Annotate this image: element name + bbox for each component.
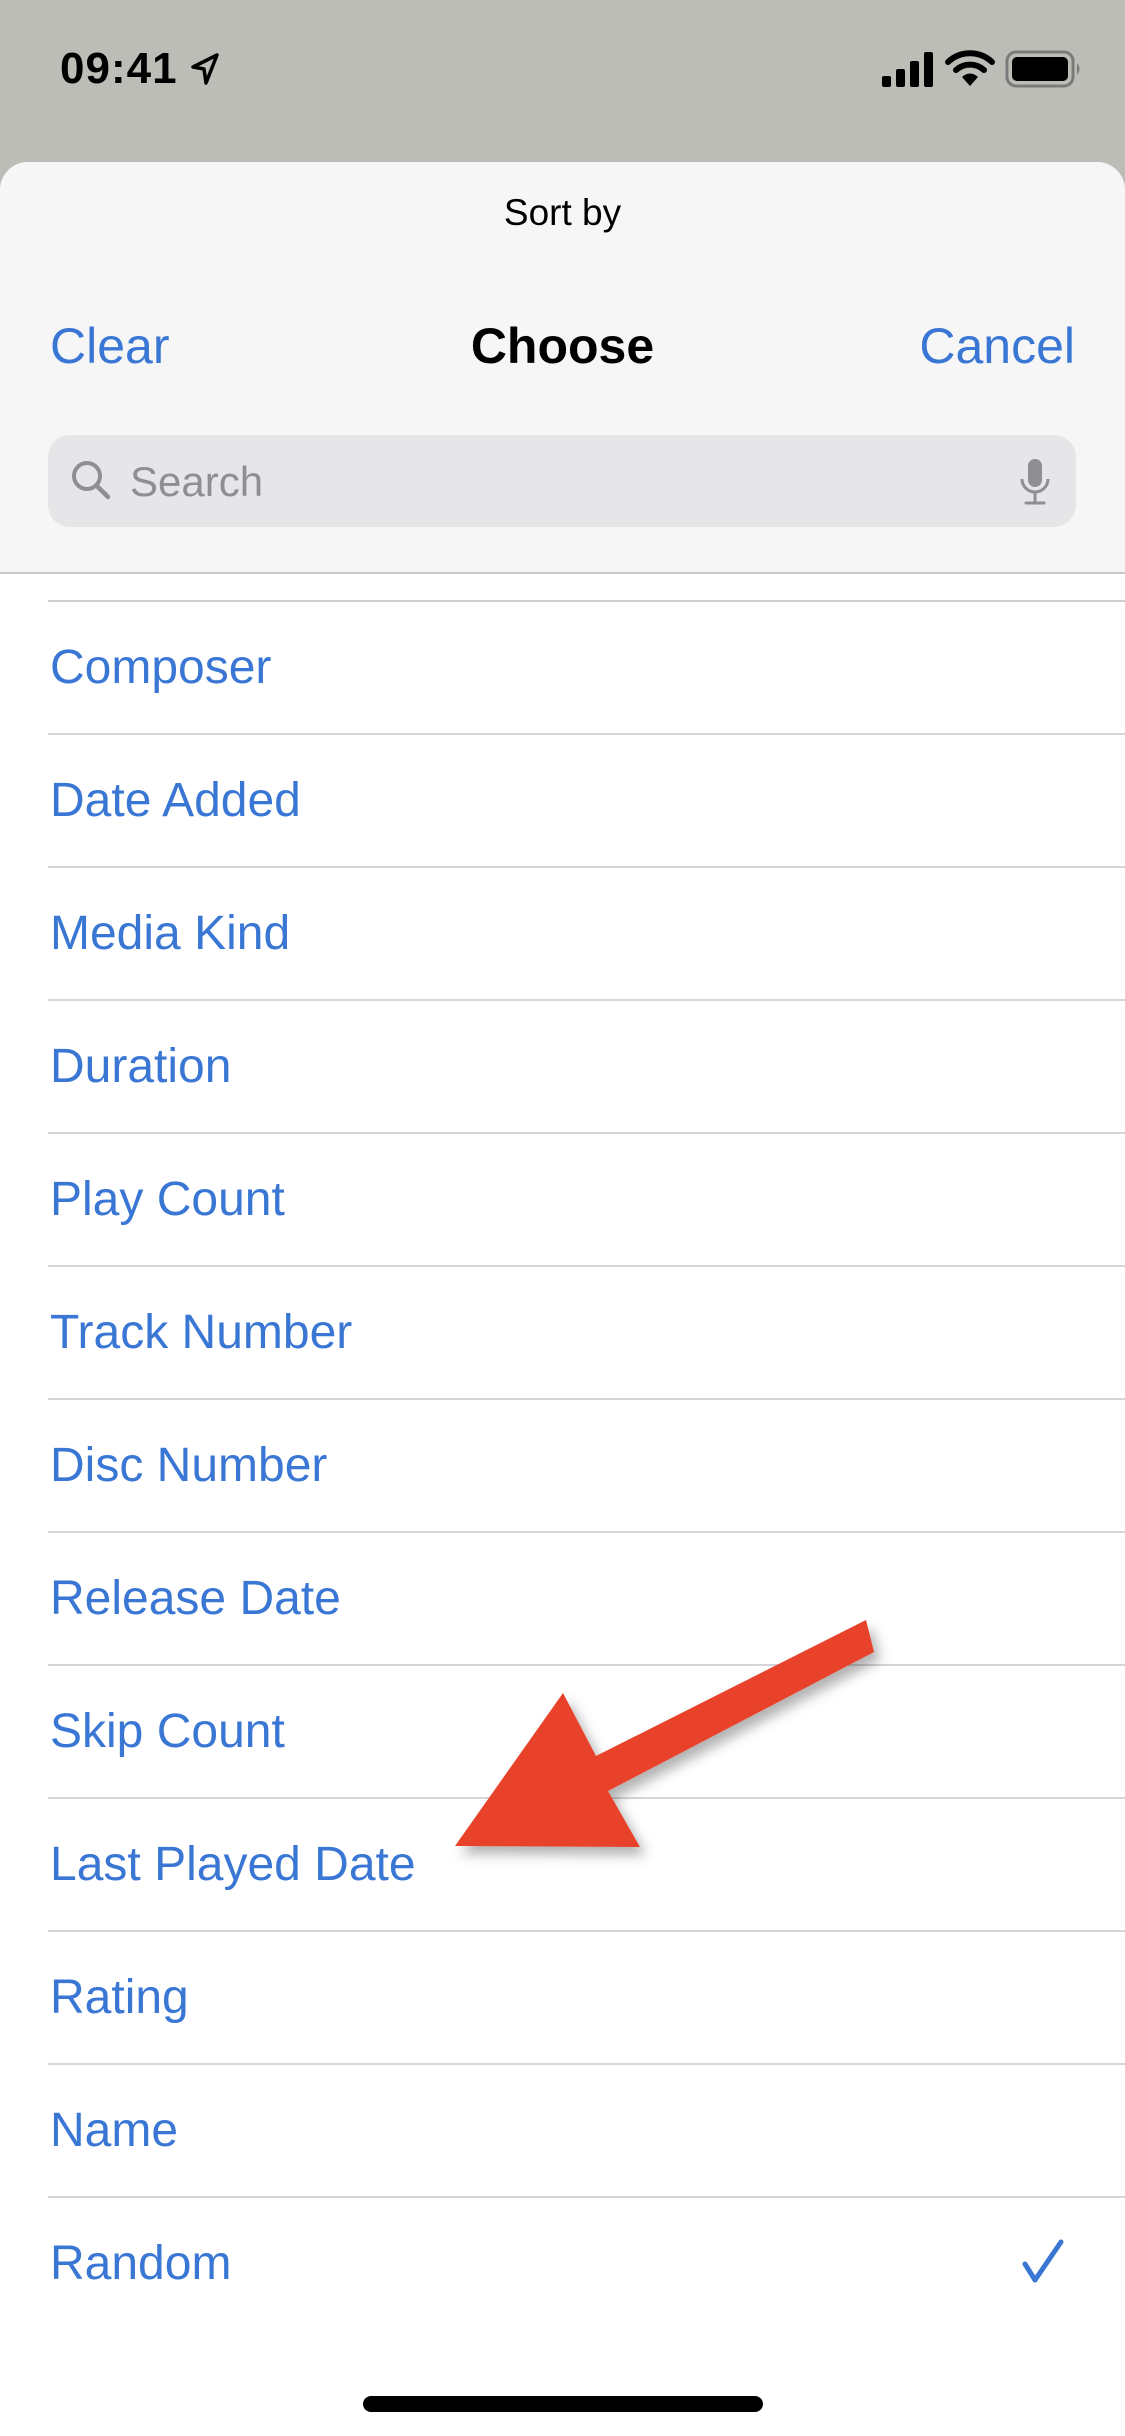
sort-option-date-added[interactable]: Date Added	[0, 735, 1125, 868]
sort-option-label: Release Date	[50, 1572, 341, 1625]
sort-option-duration[interactable]: Duration	[0, 1001, 1125, 1134]
sort-option-release-date[interactable]: Release Date	[0, 1533, 1125, 1666]
sort-option-label: Play Count	[50, 1173, 285, 1226]
sort-option-label: Skip Count	[50, 1705, 285, 1758]
status-time: 09:41	[60, 44, 178, 93]
sort-option-disc-number[interactable]: Disc Number	[0, 1400, 1125, 1533]
battery-icon	[1005, 50, 1080, 88]
search-icon	[72, 461, 111, 500]
sort-option-label: Composer	[50, 641, 272, 694]
search-input[interactable]	[128, 435, 992, 529]
sort-option-label: Duration	[50, 1040, 232, 1093]
wifi-icon	[945, 50, 995, 86]
search-field[interactable]	[48, 435, 1076, 529]
sort-option-random[interactable]: Random	[0, 2198, 1125, 2331]
sort-option-label: Date Added	[50, 774, 301, 827]
sort-by-sheet: Sort by Choose Clear Cancel Composer Date…	[0, 162, 1125, 2436]
sort-option-label: Random	[50, 2237, 232, 2290]
sort-option-skip-count[interactable]: Skip Count	[0, 1666, 1125, 1799]
home-indicator[interactable]	[363, 2396, 763, 2412]
cellular-signal-icon	[882, 52, 933, 87]
checkmark-icon	[1022, 2239, 1064, 2283]
sort-option-composer[interactable]: Composer	[0, 602, 1125, 735]
cancel-button[interactable]: Cancel	[919, 317, 1075, 375]
sort-option-label: Last Played Date	[50, 1838, 416, 1891]
sort-option-media-kind[interactable]: Media Kind	[0, 868, 1125, 1001]
sort-option-name[interactable]: Name	[0, 2065, 1125, 2198]
sheet-header: Sort by Choose Clear Cancel	[0, 162, 1125, 574]
sort-option-label: Media Kind	[50, 907, 291, 960]
sort-option-play-count[interactable]: Play Count	[0, 1134, 1125, 1267]
sort-option-last-played-date[interactable]: Last Played Date	[0, 1799, 1125, 1932]
sheet-prompt: Sort by	[503, 192, 622, 233]
sort-option-label: Track Number	[50, 1306, 353, 1359]
sort-option-label: Disc Number	[50, 1439, 328, 1492]
sort-option-rating[interactable]: Rating	[0, 1932, 1125, 2065]
sort-option-label: Rating	[50, 1971, 189, 2024]
sort-option-track-number[interactable]: Track Number	[0, 1267, 1125, 1400]
location-arrow-icon	[191, 53, 219, 85]
sort-option-label: Name	[50, 2104, 179, 2157]
clear-button[interactable]: Clear	[50, 317, 169, 375]
status-bar: 09:41	[0, 0, 1125, 150]
microphone-icon[interactable]	[1018, 457, 1052, 507]
